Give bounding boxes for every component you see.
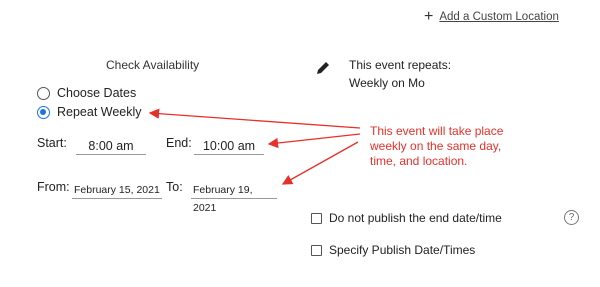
- arrow-to-to-date: [281, 141, 359, 185]
- checkbox[interactable]: [311, 244, 322, 256]
- arrow-to-end-time: [267, 133, 361, 149]
- checkbox-label: Do not publish the end date/time: [329, 211, 502, 225]
- arrow-to-repeat-weekly: [148, 108, 361, 129]
- checkbox-label: Specify Publish Date/Times: [329, 243, 476, 257]
- no-end-date-option[interactable]: Do not publish the end date/time: [311, 211, 502, 225]
- checkbox[interactable]: [311, 212, 322, 224]
- annotation-arrows: [148, 108, 361, 185]
- question-circle-icon[interactable]: ?: [564, 210, 579, 225]
- specify-publish-option[interactable]: Specify Publish Date/Times: [311, 243, 475, 257]
